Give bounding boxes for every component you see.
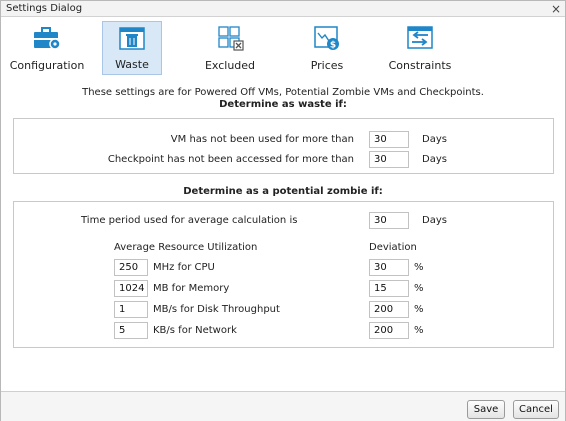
intro-text: These settings are for Powered Off VMs, …: [82, 87, 484, 98]
network-deviation-unit: %: [414, 325, 424, 336]
tab-label: Constraints: [388, 59, 452, 72]
svg-text:$: $: [330, 41, 336, 51]
network-deviation-input[interactable]: 200: [369, 322, 409, 339]
waste-settings-box: [13, 118, 554, 174]
tab-label: Configuration: [9, 59, 85, 72]
tab-label: Excluded: [204, 59, 256, 72]
vm-unused-days-input[interactable]: 30: [369, 131, 409, 148]
window-trash-icon: [119, 27, 145, 50]
disk-deviation-input[interactable]: 200: [369, 301, 409, 318]
period-days-input[interactable]: 30: [369, 212, 409, 229]
memory-label: MB for Memory: [153, 283, 230, 294]
cancel-button[interactable]: Cancel: [513, 400, 559, 419]
disk-deviation-unit: %: [414, 304, 424, 315]
tab-excluded[interactable]: Excluded: [197, 21, 263, 75]
cpu-deviation-unit: %: [414, 262, 424, 273]
vm-unused-label: VM has not been used for more than: [170, 134, 354, 145]
window-title: Settings Dialog: [6, 3, 83, 14]
dialog-footer: Save Cancel: [1, 391, 565, 421]
deviation-header: Deviation: [369, 242, 417, 253]
tab-prices[interactable]: $ Prices: [297, 21, 357, 75]
chart-dollar-icon: $: [314, 26, 339, 51]
save-button[interactable]: Save: [467, 400, 505, 419]
checkpoint-unit: Days: [422, 154, 447, 165]
window-arrow-icon: [407, 26, 433, 49]
briefcase-gear-icon: [34, 27, 61, 50]
vm-unused-unit: Days: [422, 134, 447, 145]
period-label: Time period used for average calculation…: [81, 215, 298, 226]
tab-constraints[interactable]: Constraints: [382, 21, 458, 75]
tab-label: Waste: [115, 58, 149, 71]
memory-deviation-input[interactable]: 15: [369, 280, 409, 297]
network-value-input[interactable]: 5: [114, 322, 148, 339]
period-unit: Days: [422, 215, 447, 226]
settings-toolbar: Configuration Waste Excluded $ Prices Co…: [1, 19, 565, 75]
title-bar: Settings Dialog ×: [1, 1, 565, 17]
zombie-section-title: Determine as a potential zombie if:: [183, 186, 383, 197]
cpu-label: MHz for CPU: [153, 262, 215, 273]
cpu-value-input[interactable]: 250: [114, 259, 148, 276]
memory-value-input[interactable]: 1024: [114, 280, 148, 297]
tab-waste[interactable]: Waste: [102, 21, 162, 75]
tab-label: Prices: [310, 59, 344, 72]
checkpoint-days-input[interactable]: 30: [369, 151, 409, 168]
disk-label: MB/s for Disk Throughput: [153, 304, 280, 315]
checkpoint-label: Checkpoint has not been accessed for mor…: [107, 154, 354, 165]
memory-deviation-unit: %: [414, 283, 424, 294]
grid-excluded-icon: [218, 26, 244, 51]
network-label: KB/s for Network: [153, 325, 237, 336]
settings-dialog: Settings Dialog × Configuration Waste Ex…: [0, 0, 566, 421]
waste-section-title: Determine as waste if:: [219, 99, 347, 110]
disk-value-input[interactable]: 1: [114, 301, 148, 318]
utilization-header: Average Resource Utilization: [114, 242, 258, 253]
cpu-deviation-input[interactable]: 30: [369, 259, 409, 276]
close-icon[interactable]: ×: [551, 2, 561, 16]
tab-configuration[interactable]: Configuration: [9, 21, 85, 75]
